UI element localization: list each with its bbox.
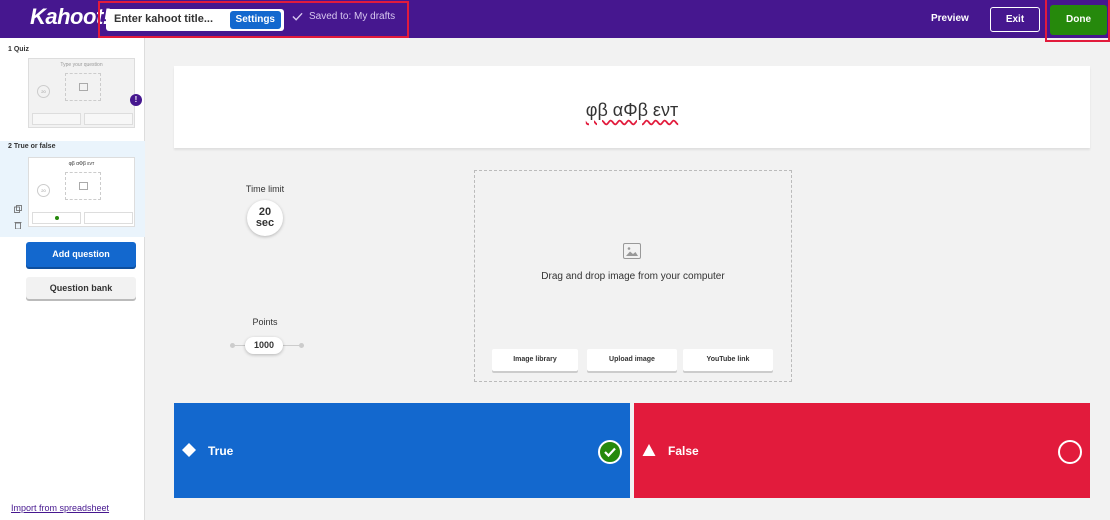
delete-icon[interactable] bbox=[14, 221, 22, 230]
points-stop[interactable] bbox=[230, 343, 235, 348]
upload-image-button[interactable]: Upload image bbox=[587, 349, 677, 371]
time-limit-selector[interactable]: 20 sec bbox=[247, 200, 283, 236]
question-bank-button[interactable]: Question bank bbox=[26, 277, 136, 299]
mark-correct-circle-icon[interactable] bbox=[1058, 440, 1082, 464]
thumbnail-timer: 20 bbox=[37, 85, 50, 98]
diamond-icon bbox=[182, 443, 196, 457]
thumbnail-question: Type your question bbox=[60, 62, 103, 68]
question-text[interactable]: φβ αΦβ ενт bbox=[174, 100, 1090, 121]
youtube-link-button[interactable]: YouTube link bbox=[683, 349, 773, 371]
thumbnail-media bbox=[65, 172, 101, 200]
question-text-value[interactable]: φβ αΦβ ενт bbox=[586, 100, 678, 120]
points-slider[interactable]: 1000 bbox=[228, 337, 306, 355]
time-unit: sec bbox=[255, 217, 275, 229]
thumbnail-answer bbox=[84, 212, 133, 224]
image-icon bbox=[623, 243, 641, 259]
slide-label: 1 Quiz bbox=[8, 46, 30, 53]
highlight-box-done bbox=[1045, 0, 1110, 42]
thumbnail-timer: 20 bbox=[37, 184, 50, 197]
highlight-box-title bbox=[98, 1, 409, 38]
points-value[interactable]: 1000 bbox=[245, 337, 283, 354]
thumbnail-answer bbox=[32, 212, 81, 224]
image-icon bbox=[79, 182, 88, 190]
slide-item-1[interactable]: 1 Quiz Type your question 20 ! bbox=[0, 44, 145, 134]
question-card[interactable]: φβ αΦβ ενт bbox=[174, 66, 1090, 148]
top-bar: Kahoot! Settings Saved to: My drafts Pre… bbox=[0, 0, 1110, 38]
points-label: Points bbox=[252, 317, 278, 327]
thumbnail-media bbox=[65, 73, 101, 101]
slides-sidebar: 1 Quiz Type your question 20 ! 2 True or… bbox=[0, 38, 145, 520]
import-spreadsheet-link[interactable]: Import from spreadsheet bbox=[11, 503, 109, 513]
triangle-icon bbox=[642, 443, 656, 457]
media-dropzone[interactable]: Drag and drop image from your computer I… bbox=[474, 170, 792, 382]
slide-thumbnail[interactable]: φβ αΦβ ενт 20 bbox=[28, 157, 135, 227]
image-library-button[interactable]: Image library bbox=[492, 349, 578, 371]
answer-false[interactable]: False bbox=[634, 403, 1090, 498]
duplicate-icon[interactable] bbox=[14, 205, 22, 213]
time-limit-label: Time limit bbox=[245, 184, 285, 194]
slide-label: 2 True or false bbox=[8, 143, 56, 150]
points-stop[interactable] bbox=[299, 343, 304, 348]
thumbnail-answer bbox=[32, 113, 81, 125]
exit-button[interactable]: Exit bbox=[990, 7, 1040, 32]
slide-item-2[interactable]: 2 True or false φβ αΦβ ενт 20 bbox=[0, 141, 145, 237]
correct-check-icon[interactable] bbox=[598, 440, 622, 464]
correct-dot-icon bbox=[55, 216, 59, 220]
warning-icon[interactable]: ! bbox=[130, 94, 142, 106]
thumbnail-answer bbox=[84, 113, 133, 125]
answer-true[interactable]: True bbox=[174, 403, 630, 498]
media-prompt: Drag and drop image from your computer bbox=[541, 271, 725, 282]
add-question-button[interactable]: Add question bbox=[26, 242, 136, 267]
thumbnail-question: φβ αΦβ ενт bbox=[68, 161, 95, 167]
answer-label: True bbox=[208, 444, 234, 458]
image-icon bbox=[79, 83, 88, 91]
answer-label: False bbox=[668, 444, 699, 458]
preview-button[interactable]: Preview bbox=[931, 13, 969, 24]
slide-thumbnail[interactable]: Type your question 20 bbox=[28, 58, 135, 128]
